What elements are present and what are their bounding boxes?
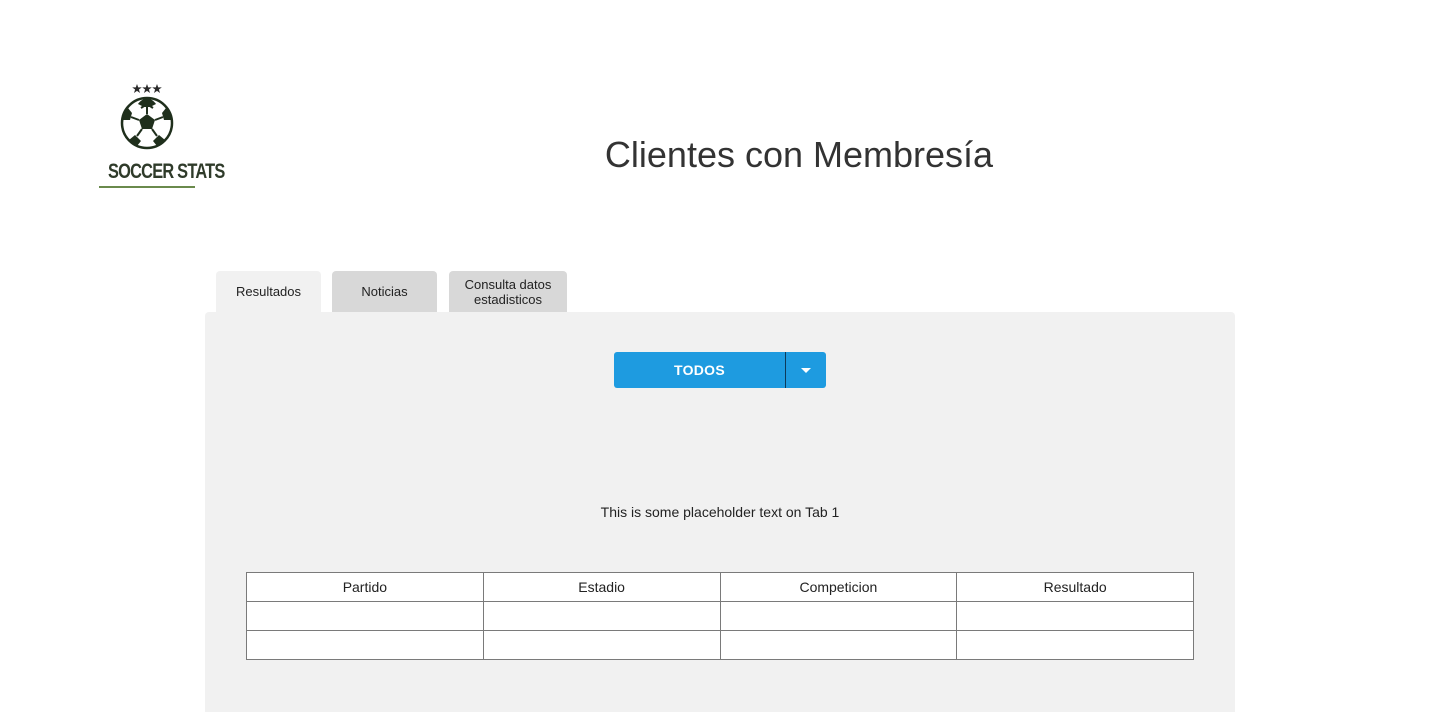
tab-consulta-datos-estadisticos[interactable]: Consulta datos estadisticos [449,271,567,312]
filter-dropdown-toggle[interactable] [786,352,826,388]
table-header-row: Partido Estadio Competicion Resultado [246,572,1194,602]
caret-down-icon [801,367,811,373]
filter-select-button[interactable]: TODOS [614,352,785,388]
page: SOCCER STATS Clientes con Membresía Resu… [0,0,1440,712]
column-header-estadio: Estadio [482,572,721,602]
table-cell [956,601,1194,631]
table-cell [482,601,721,631]
results-table: Partido Estadio Competicion Resultado [246,572,1194,660]
tab-panel: TODOS This is some placeholder text on T… [205,312,1235,712]
column-header-competicion: Competicion [719,572,958,602]
tab-noticias[interactable]: Noticias [332,271,437,312]
page-title: Clientes con Membresía [604,134,994,175]
table-cell [246,630,484,660]
table-row [246,601,1194,631]
table-cell [956,630,1194,660]
table-cell [719,630,958,660]
logo-underline [99,186,195,188]
column-header-partido: Partido [246,572,484,602]
tab-resultados[interactable]: Resultados [216,271,321,312]
column-header-resultado: Resultado [956,572,1194,602]
filter-split-button: TODOS [614,352,826,388]
table-cell [246,601,484,631]
placeholder-text: This is some placeholder text on Tab 1 [600,504,840,520]
table-cell [482,630,721,660]
table-cell [719,601,958,631]
table-row [246,630,1194,660]
